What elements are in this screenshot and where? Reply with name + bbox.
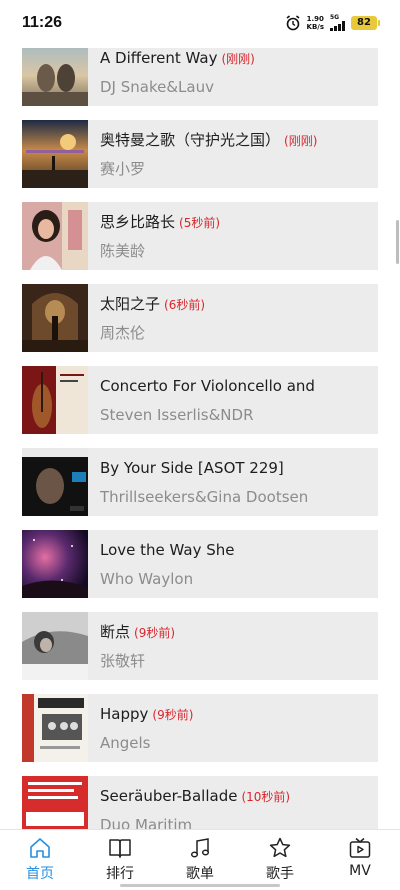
tab-playlists[interactable]: 歌单 (160, 830, 240, 890)
song-title: Happy (100, 704, 149, 723)
network-type: 5G (330, 14, 340, 21)
network-speed-unit: KB/s (306, 22, 324, 31)
song-item[interactable]: 太阳之子 (6秒前) 周杰伦 (22, 284, 378, 352)
played-time-label: (10秒前) (241, 789, 291, 804)
song-item[interactable]: Concerto For Violoncello and Steven Isse… (22, 366, 378, 434)
song-artist: Thrillseekers&Gina Dootsen (100, 487, 309, 506)
tab-home[interactable]: 首页 (0, 830, 80, 890)
album-cover (22, 120, 88, 188)
played-time-label: (刚刚) (221, 51, 255, 66)
played-time-label: (9秒前) (134, 625, 176, 640)
tab-ranking[interactable]: 排行 (80, 830, 160, 890)
song-artist: Angels (100, 733, 151, 752)
song-artist: 周杰伦 (100, 323, 146, 342)
alarm-clock-icon (286, 14, 300, 30)
tab-label: 歌手 (266, 866, 294, 882)
scrollbar[interactable] (395, 48, 400, 829)
home-indicator[interactable] (120, 884, 280, 887)
battery-tip (378, 19, 380, 26)
song-title: By Your Side [ASOT 229] (100, 458, 284, 477)
song-artist: DJ Snake&Lauv (100, 77, 214, 96)
played-time-label: (6秒前) (164, 297, 206, 312)
tab-label: MV (349, 863, 371, 879)
song-artist: 陈美龄 (100, 241, 146, 260)
song-item[interactable]: Happy (9秒前) Angels (22, 694, 378, 762)
album-cover (22, 448, 88, 516)
battery-level: 82 (351, 15, 377, 30)
network-speed-value: 1.90 (306, 14, 324, 23)
song-item[interactable]: 断点 (9秒前) 张敬轩 (22, 612, 378, 680)
song-title: 奥特曼之歌（守护光之国） (100, 130, 281, 149)
song-item[interactable]: By Your Side [ASOT 229] Thrillseekers&Gi… (22, 448, 378, 516)
network-speed: 1.90 KB/s (307, 15, 324, 31)
status-bar: 11:26 1.90 KB/s 5G 82 (0, 0, 400, 48)
scrollbar-thumb[interactable] (396, 220, 399, 264)
tab-mv[interactable]: MV (320, 830, 400, 890)
album-cover (22, 202, 88, 270)
album-cover (22, 366, 88, 434)
song-item[interactable]: Love the Way She Who Waylon (22, 530, 378, 598)
song-artist: Who Waylon (100, 569, 194, 588)
signal-bars-icon (330, 21, 345, 31)
album-cover (22, 530, 88, 598)
album-cover (22, 284, 88, 352)
song-title: Seeräuber-Ballade (100, 786, 238, 805)
song-artist: 赛小罗 (100, 159, 146, 178)
tab-label: 歌单 (186, 866, 214, 882)
star-icon (269, 837, 291, 858)
song-title: 太阳之子 (100, 294, 161, 313)
book-icon (109, 839, 131, 858)
song-title: 断点 (100, 622, 131, 641)
song-title: Love the Way She (100, 540, 235, 559)
song-artist: Duo Maritim (100, 815, 193, 830)
played-time-label: (9秒前) (152, 707, 194, 722)
song-artist: 张敬轩 (100, 651, 146, 670)
played-time-label: (5秒前) (179, 215, 221, 230)
album-cover (22, 612, 88, 680)
tab-label: 首页 (26, 866, 54, 882)
music-note-icon (190, 838, 210, 858)
song-artist: Steven Isserlis&NDR (100, 405, 254, 424)
album-cover (22, 694, 88, 762)
home-icon (30, 838, 50, 858)
song-item[interactable]: 思乡比路长 (5秒前) 陈美龄 (22, 202, 378, 270)
status-time: 11:26 (22, 14, 63, 31)
recent-play-list[interactable]: A Different Way (刚刚) DJ Snake&Lauv 奥特曼之歌（… (0, 48, 400, 829)
song-title: Concerto For Violoncello and (100, 376, 315, 395)
song-item[interactable]: 奥特曼之歌（守护光之国） (刚刚) 赛小罗 (22, 120, 378, 188)
album-cover (22, 776, 88, 829)
tab-label: 排行 (106, 866, 134, 882)
song-title: A Different Way (100, 48, 218, 67)
tv-icon (349, 837, 371, 858)
status-icons: 1.90 KB/s 5G 82 (285, 14, 380, 31)
tab-singers[interactable]: 歌手 (240, 830, 320, 890)
song-item[interactable]: Seeräuber-Ballade (10秒前) Duo Maritim (22, 776, 378, 829)
song-title: 思乡比路长 (100, 212, 176, 231)
album-cover (22, 48, 88, 106)
signal-indicator: 5G (330, 14, 345, 31)
song-item[interactable]: A Different Way (刚刚) DJ Snake&Lauv (22, 48, 378, 106)
bottom-tab-bar: 首页 排行 歌单 歌手 MV (0, 829, 400, 890)
played-time-label: (刚刚) (284, 133, 318, 148)
